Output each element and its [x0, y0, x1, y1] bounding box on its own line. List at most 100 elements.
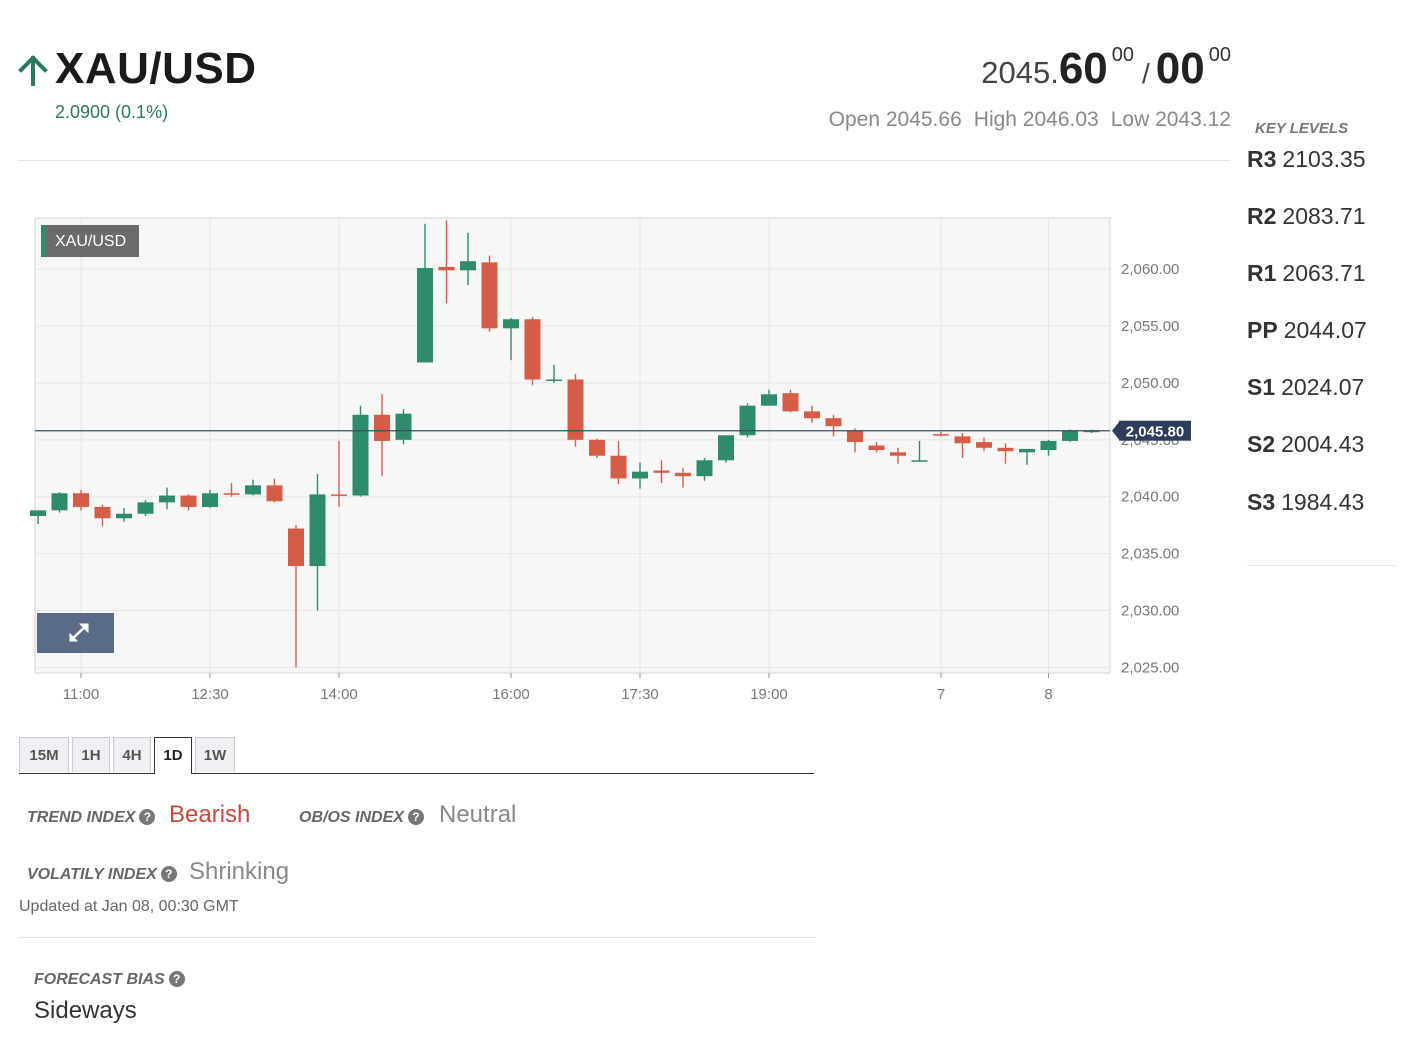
candle-body	[653, 470, 670, 473]
candle	[1062, 429, 1078, 443]
candlestick-chart[interactable]: 2,060.002,055.002,050.002,045.002,040.00…	[0, 200, 1200, 710]
candle-body	[524, 319, 541, 380]
candle-body	[481, 262, 498, 329]
current-price-label: 2,045.80	[1126, 424, 1184, 441]
candle-body	[868, 445, 885, 451]
candle-body	[417, 268, 433, 363]
candle-body	[782, 393, 799, 412]
question-circle-icon[interactable]: ?	[139, 809, 156, 825]
candle-body	[331, 494, 347, 496]
key-level-s3: S3 1984.43	[1247, 489, 1365, 515]
volatility-index-label: VOLATILY INDEX?	[27, 866, 177, 884]
candle	[524, 316, 541, 386]
candle-body	[438, 266, 455, 271]
candle-body	[374, 414, 390, 441]
candle-body	[180, 495, 197, 507]
x-tick-label: 19:00	[750, 686, 788, 703]
candle-body	[30, 510, 46, 517]
ohl-summary: Open 2045.66 High 2046.03 Low 2043.12	[817, 108, 1231, 132]
bid-main: 60	[1058, 44, 1108, 93]
legend-label: XAU/USD	[55, 233, 126, 250]
updated-timestamp: Updated at Jan 08, 00:30 GMT	[19, 898, 239, 915]
open-value: Open 2045.66	[828, 108, 962, 131]
tab-1h[interactable]: 1H	[72, 737, 110, 772]
low-value: Low 2043.12	[1110, 108, 1231, 131]
key-level-s1: S1 2024.07	[1247, 374, 1365, 400]
y-tick-label: 2,055.00	[1121, 318, 1179, 335]
key-level-s2: S2 2004.43	[1247, 431, 1365, 457]
candle-body	[761, 394, 777, 406]
candle-body	[309, 494, 326, 567]
y-tick-label: 2,025.00	[1121, 659, 1179, 676]
tab-15m[interactable]: 15M	[19, 737, 69, 772]
candle-body	[1062, 430, 1078, 441]
candle-body	[589, 439, 605, 456]
candle-body	[288, 528, 304, 567]
candle	[352, 405, 369, 497]
candle-body	[696, 460, 713, 477]
question-circle-icon[interactable]: ?	[160, 866, 177, 882]
candle	[718, 435, 734, 463]
candle	[51, 492, 68, 513]
x-tick-label: 7	[937, 686, 945, 703]
x-tick-label: 11:00	[63, 686, 99, 703]
y-tick-label: 2,030.00	[1121, 602, 1179, 619]
candle-body	[847, 430, 863, 443]
obos-index-label: OB/OS INDEX?	[299, 809, 424, 827]
y-tick-label: 2,050.00	[1121, 375, 1179, 392]
x-axis: 11:00 12:30 14:00 16:00 17:30 19:00 7 8	[63, 673, 1053, 703]
candle	[137, 500, 154, 517]
candle-body	[976, 442, 992, 448]
key-level-r2: R2 2083.71	[1247, 203, 1366, 229]
key-level-pp: PP 2044.07	[1247, 317, 1367, 343]
candle	[782, 389, 799, 413]
candle-body	[997, 447, 1014, 452]
candle-body	[395, 413, 412, 440]
x-tick-label: 17:30	[621, 686, 659, 703]
candle	[739, 403, 756, 438]
price-label-pointer	[1112, 420, 1120, 441]
price-change: 2.0900 (0.1%)	[55, 102, 169, 122]
tab-1w[interactable]: 1W	[195, 737, 235, 772]
candle-body	[116, 513, 132, 519]
arrow-up-icon	[18, 55, 48, 86]
candle-body	[675, 472, 691, 477]
quote-slash: /	[1142, 58, 1150, 89]
forecast-bias-value: Sideways	[34, 997, 137, 1024]
expand-button[interactable]	[37, 613, 114, 653]
bid-sup: 00	[1111, 44, 1135, 66]
candle-body	[266, 485, 283, 502]
candle-body	[890, 452, 906, 456]
x-tick-label: 8	[1044, 686, 1052, 703]
candle-body	[954, 436, 971, 444]
symbol-title: XAU/USD	[55, 44, 257, 93]
timeframe-tabs: 15M 1H 4H 1D 1W	[19, 737, 814, 774]
candle-body	[94, 506, 111, 519]
candle-body	[610, 455, 627, 479]
candle-body	[223, 493, 240, 495]
candle-body	[911, 460, 928, 462]
question-circle-icon[interactable]: ?	[407, 809, 424, 825]
candle-body	[137, 502, 154, 514]
ask-main: 00	[1155, 44, 1205, 93]
trend-index-label: TREND INDEX?	[27, 809, 156, 827]
candle-body	[73, 493, 89, 507]
volatility-index-value: Shrinking	[189, 858, 290, 885]
candle-body	[825, 418, 842, 427]
candle-body	[503, 319, 519, 329]
candle	[395, 409, 412, 445]
candle-body	[245, 485, 261, 495]
tab-1d[interactable]: 1D	[154, 737, 192, 774]
question-circle-icon[interactable]: ?	[168, 971, 185, 987]
x-tick-label: 14:00	[320, 686, 358, 703]
candle	[589, 438, 605, 459]
key-level-r1: R1 2063.71	[1247, 260, 1366, 286]
divider	[18, 160, 1230, 161]
candle-body	[202, 493, 218, 507]
bid-integer: 2045.	[981, 55, 1059, 90]
candle	[567, 373, 584, 447]
candle-body	[51, 493, 68, 511]
candle-body	[718, 435, 734, 461]
tab-4h[interactable]: 4H	[113, 737, 151, 772]
x-tick-label: 12:30	[191, 686, 229, 703]
